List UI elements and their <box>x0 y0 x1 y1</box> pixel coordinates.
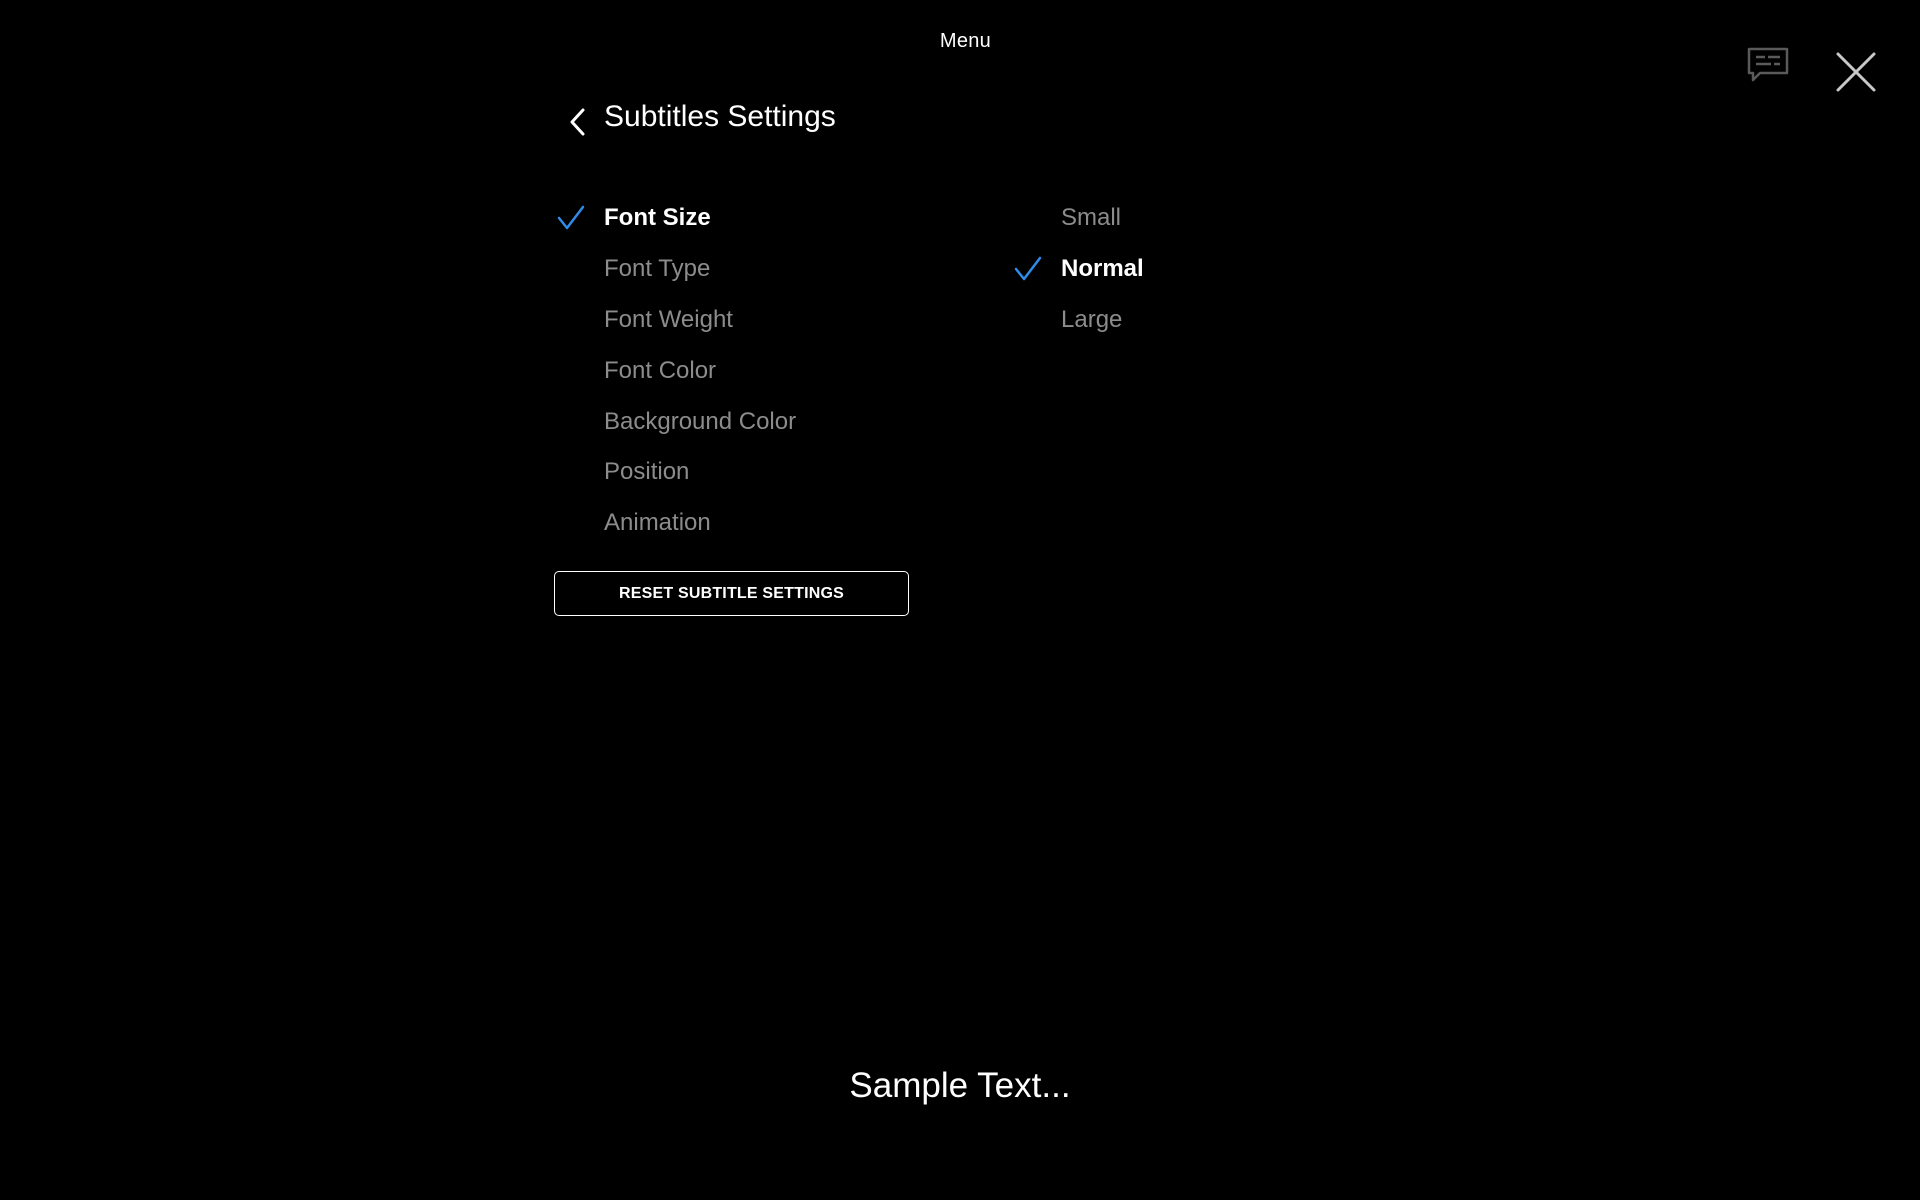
close-icon[interactable] <box>1834 50 1878 94</box>
settings-item-position[interactable]: Position <box>556 447 796 498</box>
option-label: Large <box>1061 305 1123 333</box>
chevron-left-icon[interactable] <box>566 104 590 140</box>
subtitles-settings-screen: Menu Subtitles Settings Font Size Font T… <box>0 0 1920 1200</box>
menu-title: Menu <box>939 30 992 52</box>
settings-item-font-color[interactable]: Font Color <box>556 345 796 396</box>
settings-item-font-weight[interactable]: Font Weight <box>556 295 796 346</box>
option-label: Normal <box>1061 255 1144 283</box>
settings-item-label: Font Size <box>604 204 711 232</box>
option-label: Small <box>1061 204 1122 232</box>
settings-item-label: Animation <box>604 509 711 537</box>
subtitles-icon[interactable] <box>1746 46 1790 84</box>
check-icon <box>556 203 586 233</box>
settings-item-label: Font Type <box>604 255 711 283</box>
option-large[interactable]: Large <box>1013 295 1144 346</box>
settings-list: Font Size Font Type Font Weight Font Col… <box>556 193 796 549</box>
settings-item-font-size[interactable]: Font Size <box>556 193 796 244</box>
settings-item-label: Font Color <box>604 356 717 384</box>
option-small[interactable]: Small <box>1013 193 1144 244</box>
settings-item-background-color[interactable]: Background Color <box>556 396 796 447</box>
settings-item-label: Background Color <box>604 407 797 435</box>
settings-item-label: Font Weight <box>604 305 733 333</box>
option-normal[interactable]: Normal <box>1013 244 1144 295</box>
font-size-options-list: Small Normal Large <box>1013 193 1144 345</box>
page-title: Subtitles Settings <box>604 100 836 133</box>
settings-item-animation[interactable]: Animation <box>556 498 796 549</box>
reset-subtitle-settings-button[interactable]: RESET SUBTITLE SETTINGS <box>554 571 909 616</box>
settings-item-font-type[interactable]: Font Type <box>556 244 796 295</box>
subtitle-preview-text: Sample Text... <box>849 1066 1071 1105</box>
check-icon <box>1013 254 1043 284</box>
settings-item-label: Position <box>604 458 690 486</box>
